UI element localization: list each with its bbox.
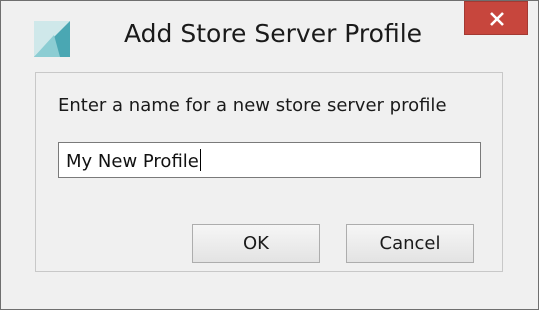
profile-name-value[interactable]: My New Profile [66, 149, 201, 172]
dialog-content: Enter a name for a new store server prof… [35, 72, 503, 272]
title-bar[interactable]: Add Store Server Profile [1, 1, 538, 71]
close-icon [490, 12, 504, 26]
text-caret [199, 149, 201, 171]
profile-name-input[interactable]: My New Profile [58, 142, 481, 178]
cancel-button[interactable]: Cancel [346, 224, 474, 263]
ok-button[interactable]: OK [192, 224, 320, 263]
profile-name-prompt: Enter a name for a new store server prof… [58, 95, 447, 116]
dialog-title: Add Store Server Profile [124, 19, 423, 48]
close-button[interactable] [464, 1, 528, 35]
dialog-window: Add Store Server Profile Enter a name fo… [0, 0, 539, 310]
profile-name-text: My New Profile [66, 151, 199, 172]
store-server-logo-icon [34, 21, 70, 57]
